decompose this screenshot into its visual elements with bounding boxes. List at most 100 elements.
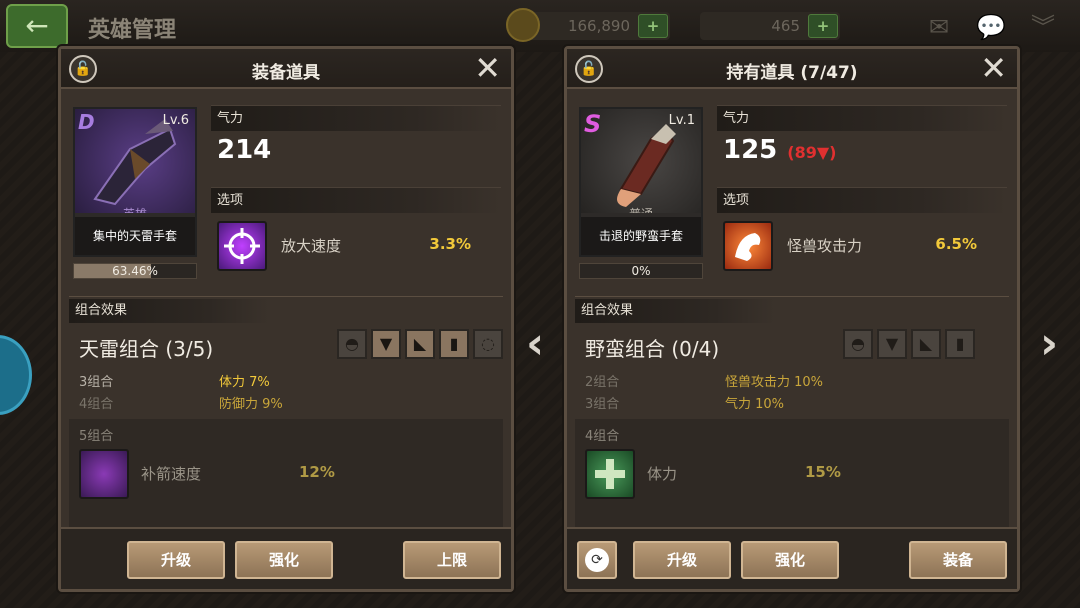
- boots-icon: ▮: [945, 329, 975, 359]
- set-bonus-row: 4组合 防御力 9%: [79, 393, 283, 412]
- limit-button[interactable]: 上限: [403, 541, 501, 579]
- item-name: 击退的野蛮手套: [581, 217, 701, 255]
- option-block: 选项 怪兽攻击力 6.5%: [717, 187, 1007, 277]
- set-effect-header: 组合效果: [575, 299, 775, 323]
- glove-icon: D Lv.6 英雄: [75, 109, 195, 213]
- set-bonus-count: 3组合: [585, 397, 620, 412]
- panel-footer: ⟳ 升级 强化 装备: [567, 527, 1017, 589]
- crosshair-icon: [217, 221, 267, 271]
- item-card[interactable]: S Lv.1 普通 击退的野蛮手套: [579, 107, 703, 257]
- upgrade-button[interactable]: 升级: [633, 541, 731, 579]
- owned-item-panel: 🔓 持有道具 (7/47) ✕ S Lv.1 普通 击退的野蛮手套 0% 气力 …: [564, 46, 1020, 592]
- stat-value: 125: [723, 135, 778, 165]
- item-rarity: 普通: [581, 205, 701, 213]
- enhance-progress-bar: 63.46%: [73, 263, 197, 279]
- stat-block: 气力 214: [211, 105, 501, 165]
- close-icon[interactable]: ✕: [474, 51, 501, 85]
- set-bonus-count: 4组合: [79, 397, 114, 412]
- set-pieces: ◓ ▼ ◣ ▮ ◌: [337, 329, 503, 359]
- panel-title: 持有道具 (7/47): [726, 63, 858, 83]
- enhance-button[interactable]: 强化: [235, 541, 333, 579]
- add-gem-button[interactable]: +: [808, 14, 838, 38]
- dragon-icon: [723, 221, 773, 271]
- collapse-icon[interactable]: ︾: [1024, 12, 1062, 42]
- locked-bonus-value: 12%: [299, 463, 335, 481]
- recycle-icon: ⟳: [585, 548, 609, 572]
- boots-icon: ▮: [439, 329, 469, 359]
- add-gold-button[interactable]: +: [638, 14, 668, 38]
- set-name: 天雷组合 (3/5): [79, 337, 214, 361]
- recycle-button[interactable]: ⟳: [577, 541, 617, 579]
- option-row: 放大速度 3.3%: [211, 219, 501, 277]
- equipped-item-panel: 🔓 装备道具 ✕ D Lv.6 英雄 集中的天雷手套 63.46% 气力 214…: [58, 46, 514, 592]
- enhance-button[interactable]: 强化: [741, 541, 839, 579]
- set-effect-header: 组合效果: [69, 299, 269, 323]
- equip-button[interactable]: 装备: [909, 541, 1007, 579]
- upgrade-button[interactable]: 升级: [127, 541, 225, 579]
- set-bonus-row: 2组合 怪兽攻击力 10%: [585, 371, 823, 390]
- item-name: 集中的天雷手套: [75, 217, 195, 255]
- item-card[interactable]: D Lv.6 英雄 集中的天雷手套: [73, 107, 197, 257]
- stat-label: 气力: [717, 105, 1007, 131]
- armor-icon: ▼: [371, 329, 401, 359]
- option-value: 3.3%: [429, 235, 471, 253]
- panel-header: 🔓 装备道具 ✕: [61, 49, 511, 89]
- option-label: 选项: [211, 187, 501, 213]
- glove-icon: S Lv.1 普通: [581, 109, 701, 213]
- progress-text: 0%: [631, 264, 651, 278]
- back-button[interactable]: ←: [6, 4, 68, 48]
- gold-counter: 166,890 +: [506, 8, 670, 42]
- arrow-speed-icon: [79, 449, 129, 499]
- option-label: 选项: [717, 187, 1007, 213]
- locked-bonus-value: 15%: [805, 463, 841, 481]
- locked-bonus-count: 4组合: [585, 429, 620, 444]
- option-value: 6.5%: [935, 235, 977, 253]
- next-arrow-icon[interactable]: ›: [1040, 318, 1058, 369]
- helmet-icon: ◓: [337, 329, 367, 359]
- glove-piece-icon: ◣: [405, 329, 435, 359]
- stat-block: 气力 125 (89▼): [717, 105, 1007, 165]
- divider: [69, 296, 503, 297]
- locked-bonus-name: 体力: [647, 465, 678, 483]
- panel-header: 🔓 持有道具 (7/47) ✕: [567, 49, 1017, 89]
- set-bonus-row: 3组合 气力 10%: [585, 393, 784, 412]
- divider: [575, 296, 1009, 297]
- panel-footer: 升级 强化 上限: [61, 527, 511, 589]
- set-bonus-count: 2组合: [585, 375, 620, 390]
- accessory-icon: ◌: [473, 329, 503, 359]
- stat-value: 214: [217, 135, 272, 165]
- option-block: 选项 放大速度 3.3%: [211, 187, 501, 277]
- item-level: Lv.6: [162, 113, 189, 128]
- locked-set-bonus: 5组合 补箭速度 12%: [69, 419, 503, 527]
- gem-counter: 465 +: [700, 12, 840, 40]
- set-pieces: ◓ ▼ ◣ ▮: [843, 329, 975, 359]
- health-cross-icon: [585, 449, 635, 499]
- option-name: 放大速度: [281, 237, 342, 255]
- stat-label: 气力: [211, 105, 501, 131]
- armor-icon: ▼: [877, 329, 907, 359]
- enhance-progress-bar: 0%: [579, 263, 703, 279]
- set-bonus-effect: 怪兽攻击力 10%: [725, 375, 824, 390]
- grade-badge: D: [78, 110, 95, 134]
- set-bonus-effect: 气力 10%: [725, 397, 785, 412]
- close-icon[interactable]: ✕: [980, 51, 1007, 85]
- locked-set-bonus: 4组合 体力 15%: [575, 419, 1009, 527]
- set-bonus-effect: 体力 7%: [219, 375, 270, 390]
- set-bonus-count: 3组合: [79, 375, 114, 390]
- back-arrow-icon: ←: [25, 9, 49, 42]
- helmet-icon: ◓: [843, 329, 873, 359]
- item-rarity: 英雄: [75, 205, 195, 213]
- option-row: 怪兽攻击力 6.5%: [717, 219, 1007, 277]
- prev-arrow-icon[interactable]: ‹: [526, 318, 544, 369]
- glove-piece-icon: ◣: [911, 329, 941, 359]
- page-title: 英雄管理: [88, 18, 177, 43]
- set-name: 野蛮组合 (0/4): [585, 337, 720, 361]
- top-bar: ← 英雄管理 166,890 + 465 + ✉ 💬 ︾: [0, 0, 1080, 52]
- set-bonus-effect: 防御力 9%: [219, 397, 283, 412]
- gold-amount: 166,890: [567, 17, 630, 35]
- stat-value-row: 125 (89▼): [717, 135, 1007, 165]
- chat-icon[interactable]: 💬: [972, 12, 1010, 42]
- gem-amount: 465: [771, 17, 800, 35]
- progress-text: 63.46%: [112, 264, 158, 278]
- mail-icon[interactable]: ✉: [920, 12, 958, 42]
